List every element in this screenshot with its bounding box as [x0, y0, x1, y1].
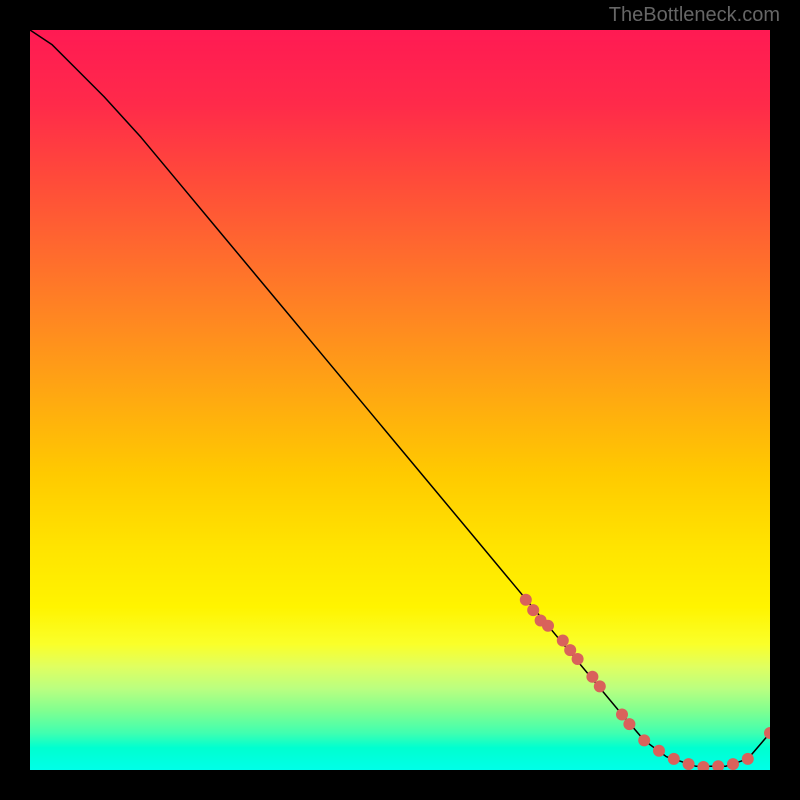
data-point: [742, 753, 754, 765]
data-point: [623, 718, 635, 730]
data-point: [616, 709, 628, 721]
data-point: [542, 620, 554, 632]
data-point: [520, 594, 532, 606]
data-point: [764, 727, 770, 739]
data-point: [697, 761, 709, 770]
data-point: [727, 758, 739, 770]
data-point: [683, 758, 695, 770]
data-point: [586, 671, 598, 683]
data-point: [638, 734, 650, 746]
chart: [30, 30, 770, 770]
watermark: TheBottleneck.com: [609, 4, 780, 27]
curve-line: [30, 30, 770, 766]
chart-overlay: [30, 30, 770, 770]
data-point: [594, 680, 606, 692]
data-point: [572, 653, 584, 665]
data-point: [653, 745, 665, 757]
data-markers: [520, 594, 770, 770]
data-point: [712, 760, 724, 770]
data-point: [557, 635, 569, 647]
data-point: [668, 753, 680, 765]
data-point: [527, 604, 539, 616]
